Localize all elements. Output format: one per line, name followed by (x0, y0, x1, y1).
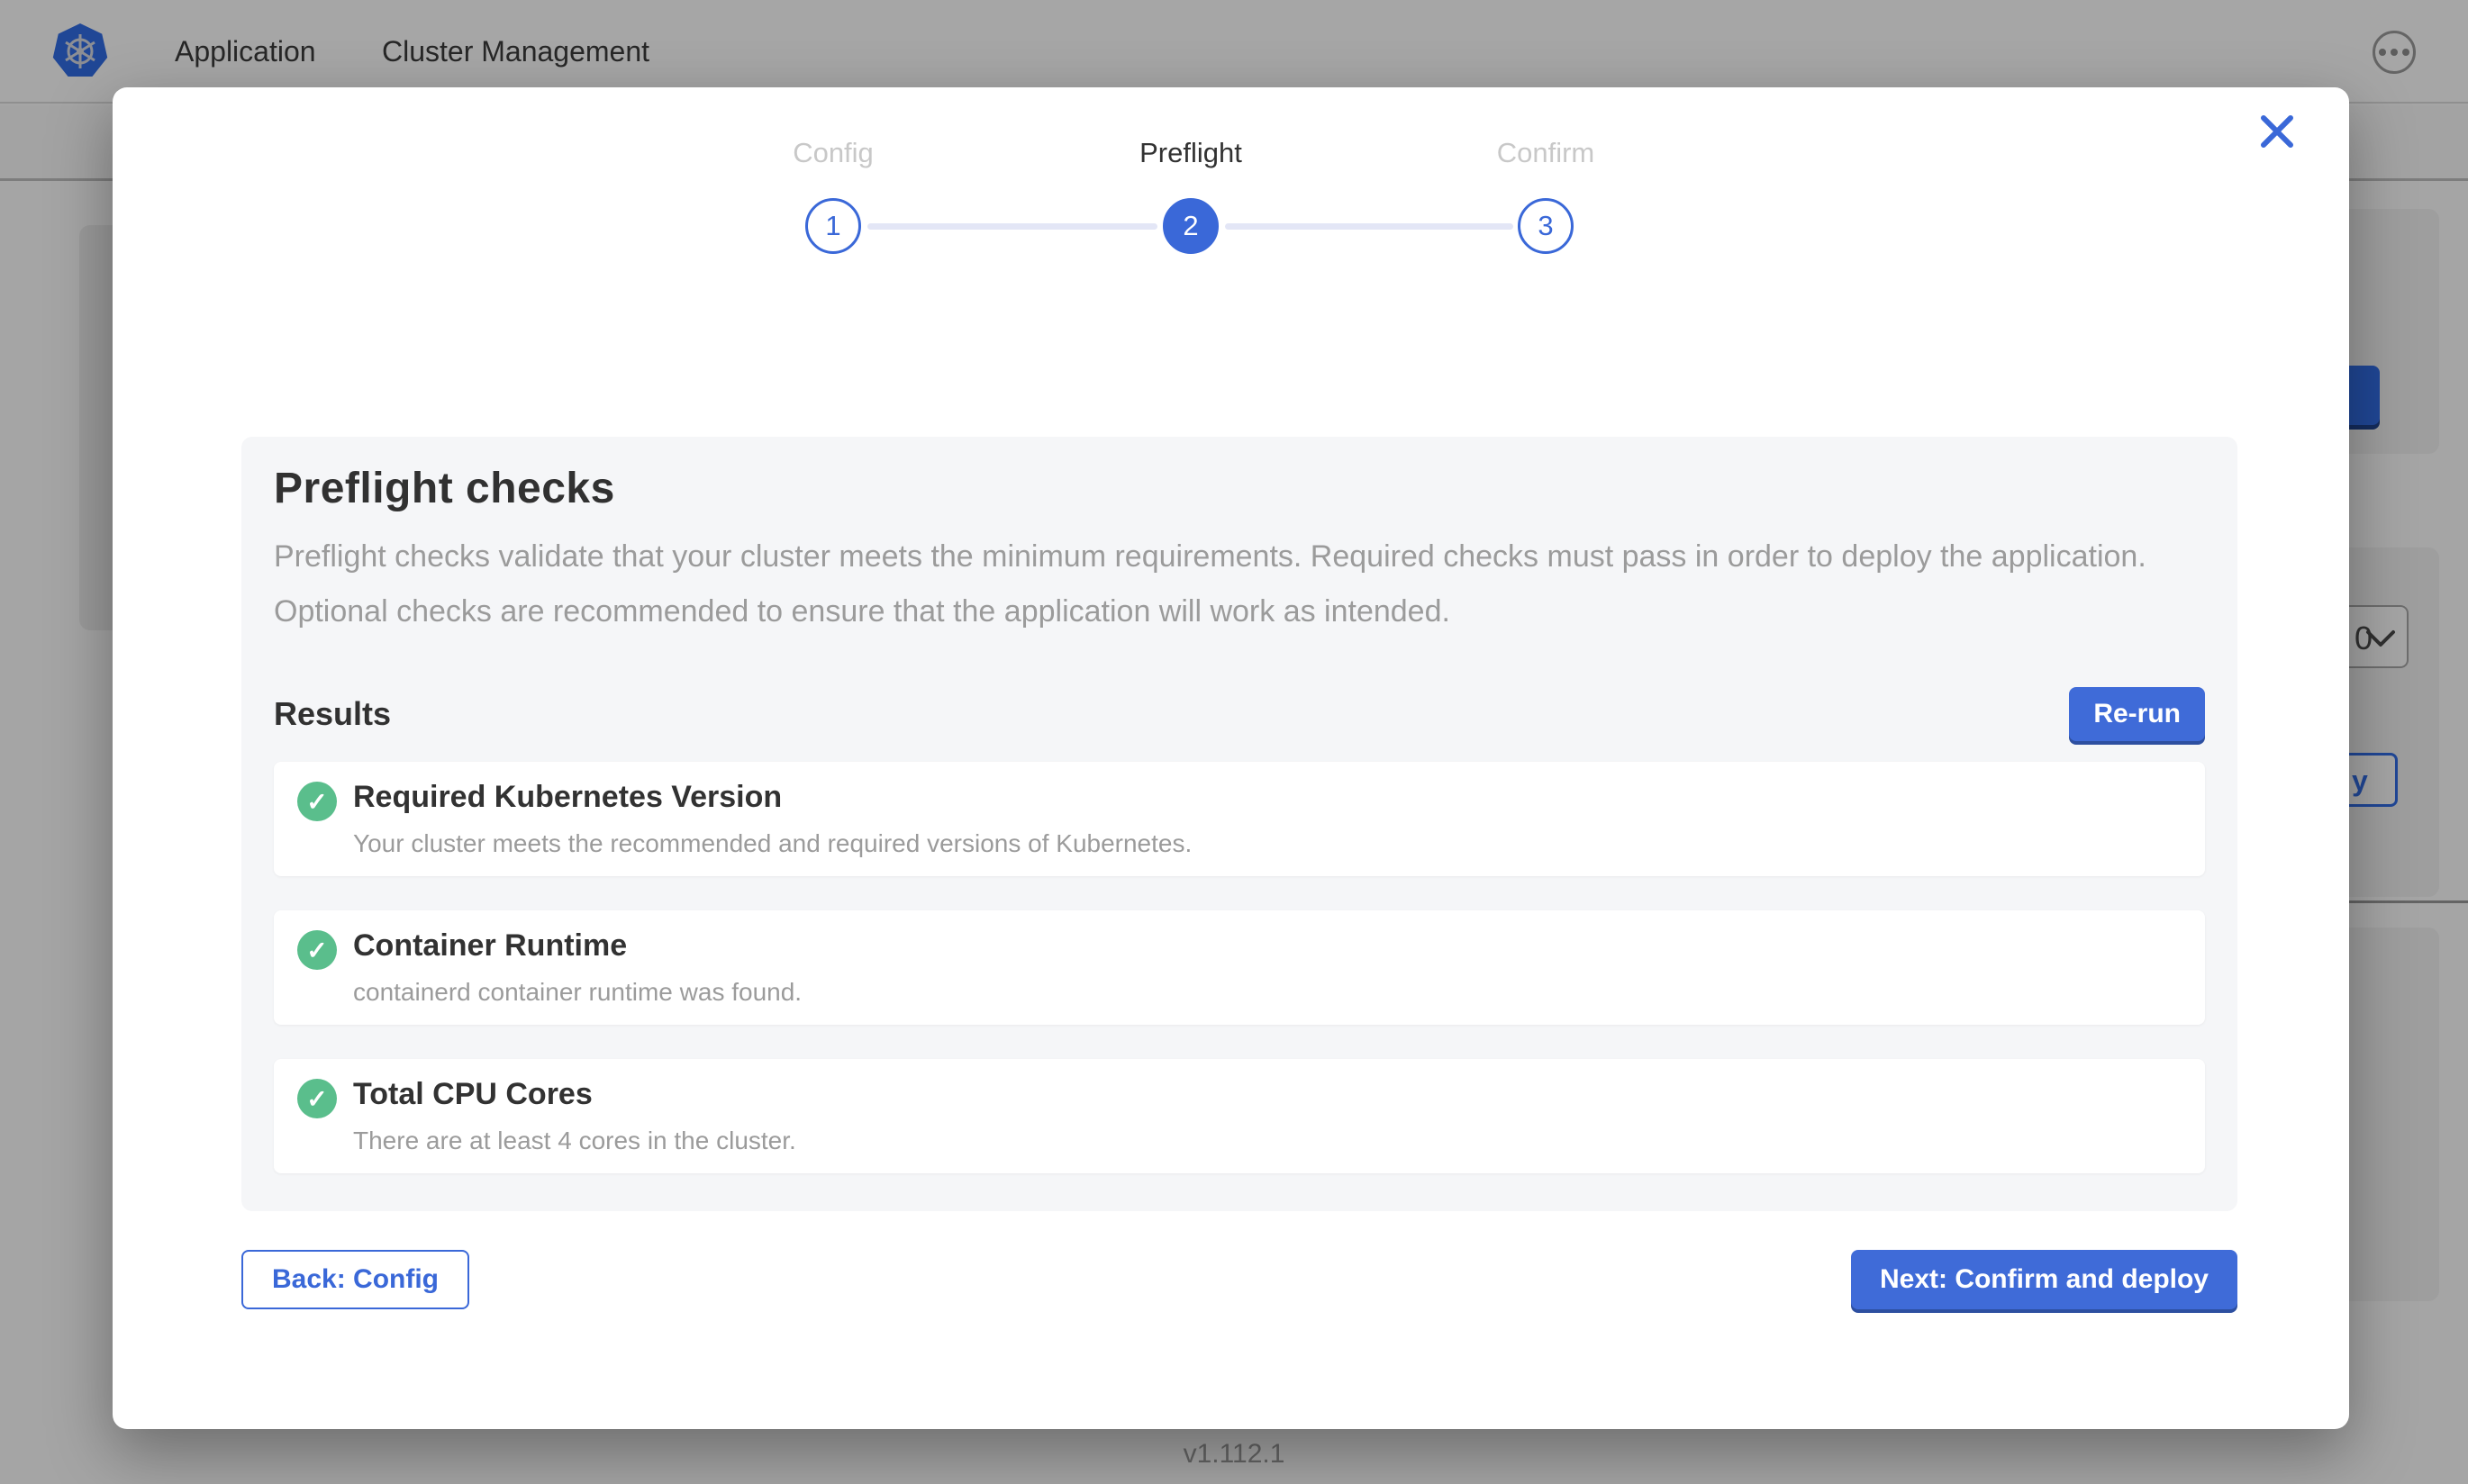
step-label-confirm: Confirm (1402, 137, 1690, 169)
screen: Application Cluster Management 0 y v1.11… (0, 0, 2468, 1484)
step-circle-config[interactable]: 1 (805, 198, 861, 254)
rerun-button[interactable]: Re-run (2069, 687, 2205, 741)
close-icon[interactable] (2253, 107, 2301, 156)
page-title: Preflight checks (274, 464, 2205, 513)
check-pass-icon: ✓ (297, 930, 337, 970)
check-detail: containerd container runtime was found. (353, 978, 2182, 1007)
check-title: Container Runtime (353, 928, 2182, 964)
back-config-button[interactable]: Back: Config (241, 1250, 469, 1309)
step-connector (1225, 223, 1513, 230)
check-detail: Your cluster meets the recommended and r… (353, 829, 2182, 858)
check-pass-icon: ✓ (297, 1079, 337, 1118)
check-list: ✓ Required Kubernetes Version Your clust… (274, 762, 2205, 1173)
preflight-modal: Config Preflight Confirm 1 2 3 Preflight… (113, 87, 2349, 1429)
step-connector (867, 223, 1157, 230)
step-label-preflight: Preflight (1047, 137, 1335, 169)
check-text: Required Kubernetes Version Your cluster… (353, 780, 2182, 858)
check-detail: There are at least 4 cores in the cluste… (353, 1127, 2182, 1155)
step-label-config: Config (689, 137, 977, 169)
step-circle-preflight[interactable]: 2 (1163, 198, 1219, 254)
step-circle-confirm[interactable]: 3 (1518, 198, 1574, 254)
check-title: Total CPU Cores (353, 1077, 2182, 1112)
check-row-total-cpu-cores: ✓ Total CPU Cores There are at least 4 c… (274, 1059, 2205, 1173)
check-row-kubernetes-version: ✓ Required Kubernetes Version Your clust… (274, 762, 2205, 876)
check-title: Required Kubernetes Version (353, 780, 2182, 815)
preflight-description: Preflight checks validate that your clus… (274, 529, 2205, 639)
next-confirm-deploy-button[interactable]: Next: Confirm and deploy (1851, 1250, 2237, 1309)
check-text: Total CPU Cores There are at least 4 cor… (353, 1077, 2182, 1155)
check-text: Container Runtime containerd container r… (353, 928, 2182, 1007)
check-row-container-runtime: ✓ Container Runtime containerd container… (274, 910, 2205, 1025)
results-bar: Results Re-run (274, 686, 2205, 742)
check-pass-icon: ✓ (297, 782, 337, 821)
results-heading: Results (274, 695, 391, 733)
preflight-panel: Preflight checks Preflight checks valida… (241, 437, 2237, 1211)
